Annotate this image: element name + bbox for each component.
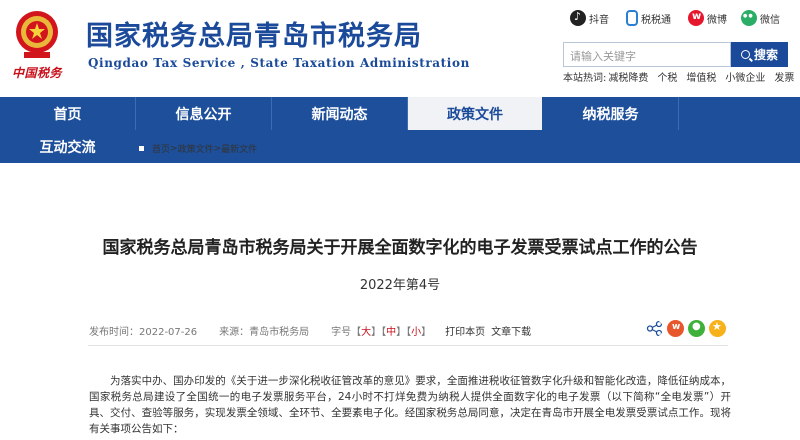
breadcrumb: 首页 > 政策文件 > 最新文件 — [136, 142, 257, 155]
hot-words-label: 本站热词: — [563, 73, 607, 84]
hot-word[interactable]: 个税 — [657, 73, 677, 84]
share-bar — [642, 320, 726, 337]
article-meta: 发布时间：2022-07-26 来源：青岛市税务局 字号 【大】【中】【小】 打… — [89, 323, 531, 338]
document-number: 2022年第4号 — [359, 278, 441, 293]
meta-divider — [88, 345, 728, 346]
publish-date: 发布时间：2022-07-26 — [89, 327, 198, 338]
breadcrumb-separator: > — [170, 143, 178, 154]
nav-item-policy[interactable]: 政策文件 — [408, 97, 542, 130]
font-size-bracket: 】【 — [371, 327, 387, 338]
brand-subtitle: 中国税务 — [12, 66, 63, 80]
national-emblem-icon — [16, 11, 58, 58]
social-label: 抖音 — [589, 14, 609, 26]
social-label: 税税通 — [641, 14, 671, 26]
search-icon — [740, 50, 750, 59]
main-nav: 首页 信息公开 新闻动态 政策文件 纳税服务 互动交流 — [0, 97, 800, 163]
share-icon[interactable] — [646, 320, 663, 337]
site-header: 中国税务 国家税务总局青岛市税务局 Qingdao Tax Service , … — [0, 0, 800, 97]
wechat-icon — [741, 10, 757, 26]
nav-item-info[interactable]: 信息公开 — [136, 97, 271, 130]
font-size-bracket: 】 — [421, 327, 432, 338]
font-size-small[interactable]: 小 — [411, 323, 421, 338]
article-title: 国家税务总局青岛市税务局关于开展全面数字化的电子发票受票试点工作的公告 — [102, 238, 698, 258]
print-link[interactable]: 打印本页 — [445, 323, 485, 338]
social-douyin[interactable]: 抖音 — [570, 10, 609, 26]
font-size-bracket: 】【 — [396, 327, 412, 338]
nav-item-news[interactable]: 新闻动态 — [272, 97, 407, 130]
site-title[interactable]: 国家税务总局青岛市税务局 — [86, 14, 422, 53]
hot-word[interactable]: 增值税 — [686, 73, 716, 84]
site-title-en: Qingdao Tax Service , State Taxation Adm… — [88, 56, 470, 70]
search-button[interactable]: 搜索 — [731, 42, 788, 67]
article-body: 为落实中办、国办印发的《关于进一步深化税收征管改革的意见》要求，全面推进税收征管… — [89, 373, 731, 437]
breadcrumb-latest[interactable]: 最新文件 — [221, 142, 257, 155]
share-wechat-icon[interactable] — [688, 320, 705, 337]
article-paragraph: 为落实中办、国办印发的《关于进一步深化税收征管改革的意见》要求，全面推进税收征管… — [89, 375, 731, 435]
hot-words: 本站热词: 减税降费 个税 增值税 小微企业 发票 — [563, 69, 800, 84]
article-source: 来源：青岛市税务局 — [219, 327, 310, 338]
social-app[interactable]: 税税通 — [626, 10, 671, 26]
breadcrumb-home[interactable]: 首页 — [152, 142, 170, 155]
font-size-large[interactable]: 大 — [361, 323, 371, 338]
search-input[interactable]: 请输入关键字 — [563, 42, 731, 67]
hot-word[interactable]: 减税降费 — [608, 73, 648, 84]
font-size-bracket: 【 — [351, 327, 362, 338]
download-link[interactable]: 文章下载 — [491, 323, 531, 338]
hot-word[interactable]: 发票 — [774, 73, 794, 84]
breadcrumb-separator: > — [213, 143, 222, 154]
nav-item-home[interactable]: 首页 — [0, 97, 135, 130]
breadcrumb-policy[interactable]: 政策文件 — [178, 142, 214, 155]
font-size-label: 字号 — [331, 327, 352, 338]
social-wechat[interactable]: 微信 — [741, 10, 780, 26]
share-qzone-icon[interactable] — [709, 320, 726, 337]
nav-item-interaction[interactable]: 互动交流 — [0, 130, 135, 163]
weibo-icon — [688, 10, 704, 26]
app-icon — [626, 10, 638, 26]
social-label: 微博 — [707, 14, 727, 26]
search-button-label: 搜索 — [753, 48, 778, 62]
social-label: 微信 — [760, 14, 780, 26]
nav-item-service[interactable]: 纳税服务 — [543, 97, 678, 130]
douyin-icon — [570, 10, 586, 26]
hot-word[interactable]: 小微企业 — [725, 73, 765, 84]
home-icon — [136, 143, 147, 154]
share-weibo-icon[interactable] — [667, 320, 684, 337]
font-size-medium[interactable]: 中 — [386, 323, 396, 338]
social-weibo[interactable]: 微博 — [688, 10, 727, 26]
nav-divider — [678, 97, 679, 130]
